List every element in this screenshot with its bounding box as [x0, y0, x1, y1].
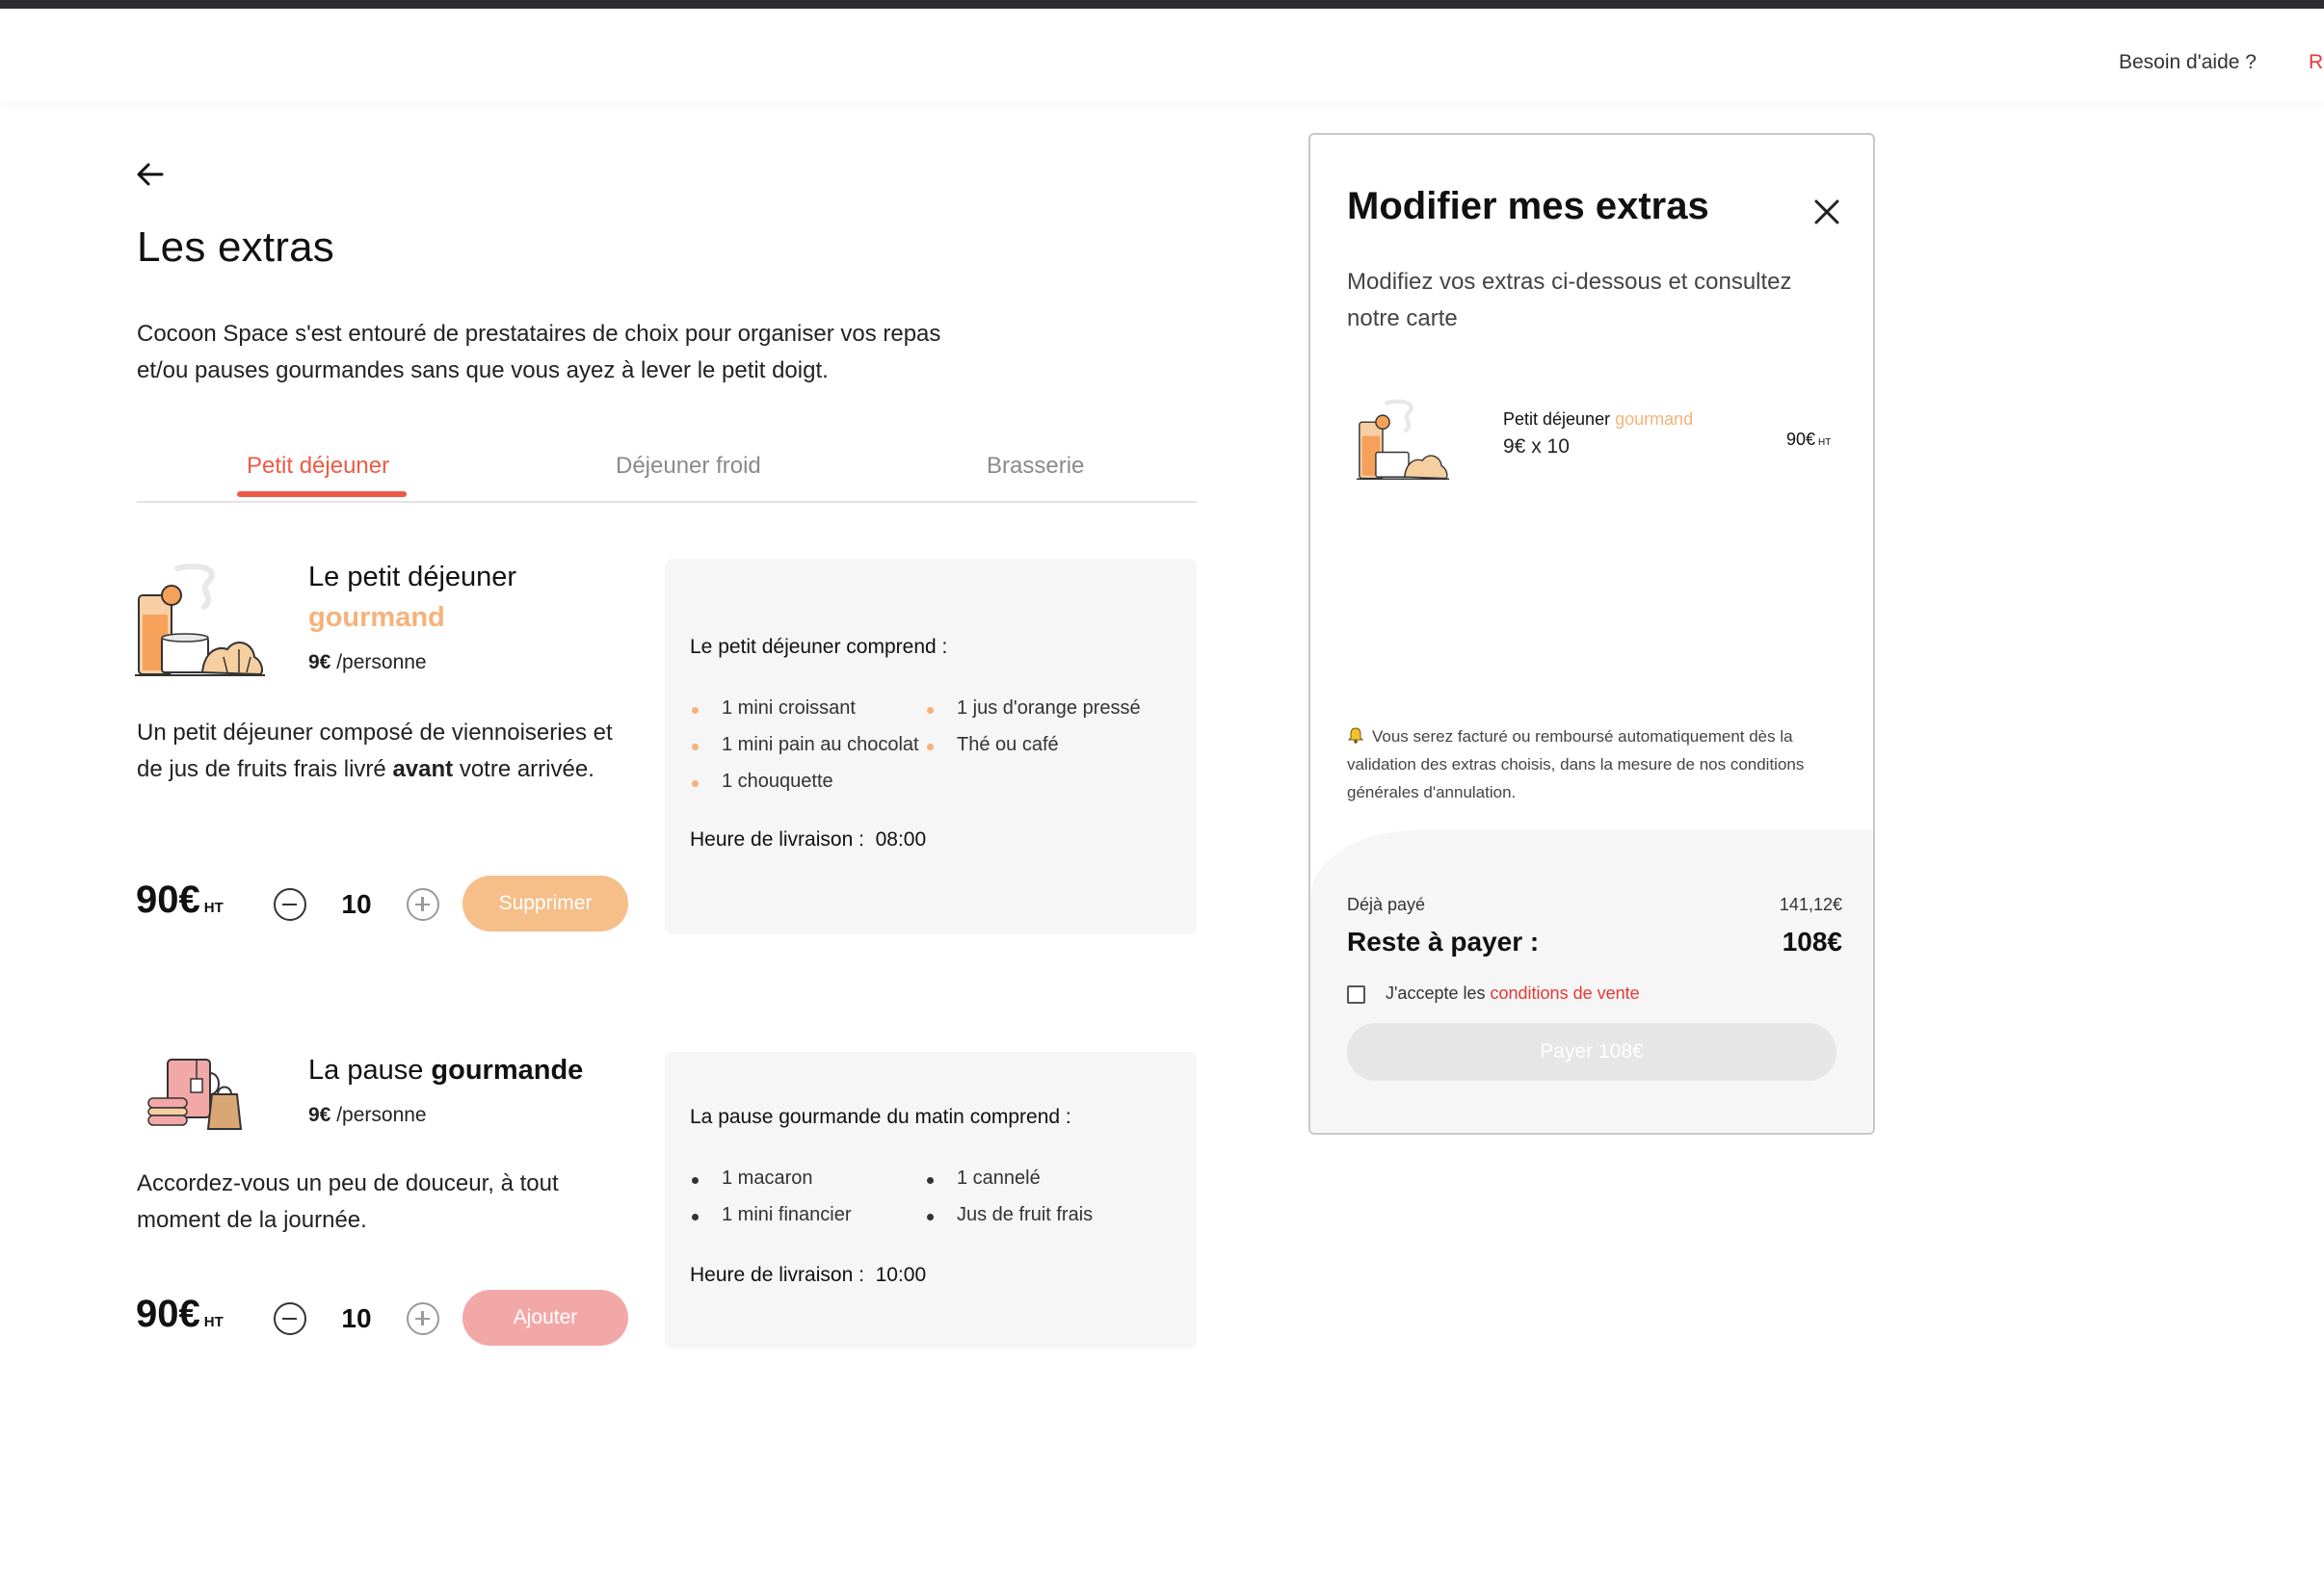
card-desc-snack: Accordez-vous un peu de douceur, à tout …	[137, 1170, 559, 1233]
rest-value: 108€	[1782, 927, 1842, 957]
plus-circle-icon[interactable]	[407, 1302, 439, 1335]
snack-illustration-icon	[147, 1059, 243, 1130]
unit-price-breakfast: 9€ /personne	[308, 651, 427, 673]
accept-terms-label: J'accepte les conditions de vente	[1386, 984, 1640, 1003]
intro-text: Cocoon Space s'est entouré de prestatair…	[137, 321, 941, 383]
cart-item-qty: 9€ x 10	[1503, 435, 1570, 458]
snack-includes-box: La pause gourmande du matin comprend : 1…	[665, 1052, 1197, 1349]
pay-button[interactable]: Payer 108€	[1347, 1023, 1836, 1081]
category-tabs: Petit déjeuner Déjeuner froid Brasserie	[137, 443, 1197, 503]
browser-top-bar	[0, 0, 2324, 9]
edit-extras-panel: Modifier mes extras Modifiez vos extras …	[1308, 133, 1875, 1135]
tab-brasserie[interactable]: Brasserie	[987, 453, 1084, 480]
paid-value: 141,12€	[1779, 895, 1842, 914]
list-item: 1 cannelé	[925, 1167, 1041, 1190]
list-item: Jus de fruit frais	[925, 1204, 1093, 1226]
add-snack-button[interactable]: Ajouter	[462, 1290, 628, 1346]
delivery-time: Heure de livraison : 08:00	[690, 828, 927, 851]
rest-label: Reste à payer :	[1347, 927, 1540, 957]
minus-circle-icon[interactable]	[274, 888, 306, 921]
includes-title: Le petit déjeuner comprend :	[690, 636, 948, 658]
unit-price-snack: 9€ /personne	[308, 1104, 427, 1126]
plus-circle-icon[interactable]	[407, 888, 439, 921]
paid-label: Déjà payé	[1347, 895, 1426, 914]
list-item: Thé ou café	[925, 734, 1059, 756]
list-item: 1 macaron	[690, 1167, 813, 1190]
total-price-breakfast: 90€ HT	[136, 879, 224, 921]
delivery-time: Heure de livraison : 10:00	[690, 1264, 927, 1286]
breakfast-includes-box: Le petit déjeuner comprend : 1 mini croi…	[665, 559, 1197, 934]
billing-notice: Vous serez facturé ou remboursé automati…	[1347, 727, 1805, 801]
panel-subtitle: Modifiez vos extras ci-dessous et consul…	[1347, 269, 1792, 331]
tab-petit-dejeuner[interactable]: Petit déjeuner	[247, 453, 389, 480]
close-icon[interactable]	[1811, 197, 1842, 227]
breakfast-illustration-icon	[135, 563, 265, 676]
quantity-breakfast: 10	[341, 889, 372, 919]
total-price-snack: 90€ HT	[136, 1293, 224, 1335]
breakfast-thumbnail-icon	[1357, 399, 1449, 480]
minus-circle-icon[interactable]	[274, 1302, 306, 1335]
list-item: 1 chouquette	[690, 771, 833, 793]
includes-title: La pause gourmande du matin comprend :	[690, 1106, 1071, 1128]
card-desc-breakfast: Un petit déjeuner composé de viennoiseri…	[137, 720, 613, 782]
page-title: Les extras	[137, 223, 334, 271]
title-accent: gourmand	[308, 602, 445, 633]
cart-item-name: Petit déjeuner gourmand	[1503, 409, 1694, 429]
quantity-snack: 10	[341, 1303, 372, 1333]
accept-terms-checkbox[interactable]	[1347, 985, 1365, 1004]
back-arrow-icon[interactable]	[135, 160, 166, 189]
list-item: 1 mini pain au chocolat	[690, 734, 919, 756]
help-link[interactable]: Besoin d'aide ?	[2119, 51, 2257, 74]
list-item: 1 jus d'orange pressé	[925, 697, 1141, 720]
terms-link[interactable]: conditions de vente	[1491, 984, 1640, 1003]
panel-title: Modifier mes extras	[1347, 185, 1709, 227]
active-tab-underline	[237, 491, 407, 497]
site-header: Besoin d'aide ? R	[0, 9, 2324, 101]
bell-icon	[1347, 727, 1364, 744]
cart-item-price: 90€ HT	[1786, 430, 1832, 449]
card-title-breakfast: Le petit déjeuner gourmand	[308, 562, 517, 633]
list-item: 1 mini financier	[690, 1204, 852, 1226]
header-link-cut[interactable]: R	[2309, 51, 2323, 74]
list-item: 1 mini croissant	[690, 697, 856, 720]
remove-breakfast-button[interactable]: Supprimer	[462, 876, 628, 931]
payment-summary: Déjà payé 141,12€ Reste à payer : 108€ J…	[1310, 830, 1873, 1133]
card-title-snack: La pause gourmande	[308, 1055, 584, 1086]
tab-dejeuner-froid[interactable]: Déjeuner froid	[616, 453, 761, 480]
